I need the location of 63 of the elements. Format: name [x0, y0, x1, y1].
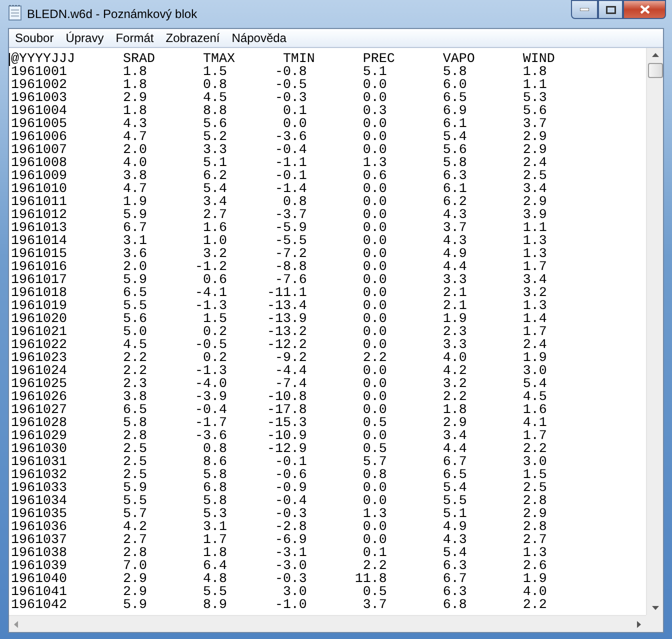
window-title: BLEDN.w6d - Poznámkový blok	[27, 6, 198, 23]
menu-item[interactable]: Nápověda	[226, 29, 292, 47]
text-line: 1961012 5.9 2.7 -3.7 0.0 4.3 3.9	[11, 209, 547, 222]
text-line: 1961014 3.1 1.0 -5.5 0.0 4.3 1.3	[11, 235, 547, 248]
text-line: 1961024 2.2 -1.3 -4.4 0.0 4.2 3.0	[11, 365, 547, 378]
text-line: 1961016 2.0 -1.2 -8.8 0.0 4.4 1.7	[11, 261, 547, 274]
text-line: 1961037 2.7 1.7 -6.9 0.0 4.3 2.7	[11, 534, 547, 547]
text-line: 1961032 2.5 5.8 -0.6 0.8 6.5 1.5	[11, 469, 547, 482]
text-line: 1961029 2.8 -3.6 -10.9 0.0 3.4 1.7	[11, 430, 547, 443]
maximize-icon	[606, 6, 616, 14]
vertical-scrollbar[interactable]	[646, 48, 663, 615]
text-line: 1961026 3.8 -3.9 -10.8 0.0 2.2 4.5	[11, 391, 547, 404]
text-line: 1961019 5.5 -1.3 -13.4 0.0 2.1 1.3	[11, 300, 547, 313]
text-line: 1961031 2.5 8.6 -0.1 5.7 6.7 3.0	[11, 456, 547, 469]
text-line: 1961034 5.5 5.8 -0.4 0.0 5.5 2.8	[11, 495, 547, 508]
text-line: 1961006 4.7 5.2 -3.6 0.0 5.4 2.9	[11, 131, 547, 144]
text-line: 1961022 4.5 -0.5 -12.2 0.0 3.3 2.4	[11, 339, 547, 352]
text-line: 1961010 4.7 5.4 -1.4 0.0 6.1 3.4	[11, 183, 547, 196]
text-line: 1961004 1.8 8.8 0.1 0.3 6.9 5.6	[11, 105, 547, 118]
scrollbar-thumb[interactable]	[648, 63, 662, 78]
text-line: 1961028 5.8 -1.7 -15.3 0.5 2.9 4.1	[11, 417, 547, 430]
notepad-icon	[8, 5, 22, 21]
close-button[interactable]	[623, 0, 666, 19]
horizontal-scrollbar[interactable]	[9, 615, 646, 632]
text-line: 1961039 7.0 6.4 -3.0 2.2 6.3 2.6	[11, 560, 547, 573]
text-line: 1961030 2.5 0.8 -12.9 0.5 4.4 2.2	[11, 443, 547, 456]
text-line: 1961035 5.7 5.3 -0.3 1.3 5.1 2.9	[11, 508, 547, 521]
close-icon	[640, 5, 650, 14]
menu-item[interactable]: Soubor	[9, 29, 60, 47]
text-line: @YYYYJJJ SRAD TMAX TMIN PREC VAPO WIND	[11, 53, 555, 66]
menu-item[interactable]: Formát	[110, 29, 160, 47]
text-line: 1961002 1.8 0.8 -0.5 0.0 6.0 1.1	[11, 79, 547, 92]
text-line: 1961018 6.5 -4.1 -11.1 0.0 2.1 3.2	[11, 287, 547, 300]
text-line: 1961015 3.6 3.2 -7.2 0.0 4.9 1.3	[11, 248, 547, 261]
text-line: 1961007 2.0 3.3 -0.4 0.0 5.6 2.9	[11, 144, 547, 157]
scroll-up-icon[interactable]	[652, 53, 658, 57]
text-line: 1961013 6.7 1.6 -5.9 0.0 3.7 1.1	[11, 222, 547, 235]
text-line: 1961005 4.3 5.6 0.0 0.0 6.1 3.7	[11, 118, 547, 131]
text-line: 1961025 2.3 -4.0 -7.4 0.0 3.2 5.4	[11, 378, 547, 391]
minimize-icon	[580, 8, 589, 11]
minimize-button[interactable]	[571, 0, 598, 19]
menu-item[interactable]: Zobrazení	[160, 29, 226, 47]
text-line: 1961041 2.9 5.5 3.0 0.5 6.3 4.0	[11, 586, 547, 599]
text-line: 1961042 5.9 8.9 -1.0 3.7 6.8 2.2	[11, 599, 547, 612]
text-line: 1961008 4.0 5.1 -1.1 1.3 5.8 2.4	[11, 157, 547, 170]
text-line: 1961038 2.8 1.8 -3.1 0.1 5.4 1.3	[11, 547, 547, 560]
text-line: 1961017 5.9 0.6 -7.6 0.0 3.3 3.4	[11, 274, 547, 287]
text-line: 1961036 4.2 3.1 -2.8 0.0 4.9 2.8	[11, 521, 547, 534]
text-line: 1961027 6.5 -0.4 -17.8 0.0 1.8 1.6	[11, 404, 547, 417]
maximize-button[interactable]	[598, 0, 623, 19]
scroll-right-icon[interactable]	[637, 620, 641, 628]
text-line: 1961020 5.6 1.5 -13.9 0.0 1.9 1.4	[11, 313, 547, 326]
text-line: 1961033 5.9 6.8 -0.9 0.0 5.4 2.5	[11, 482, 547, 495]
text-line: 1961001 1.8 1.5 -0.8 5.1 5.8 1.8	[11, 66, 547, 79]
text-line: 1961040 2.9 4.8 -0.3 11.8 6.7 1.9	[11, 573, 547, 586]
text-line: 1961011 1.9 3.4 0.8 0.0 6.2 2.9	[11, 196, 547, 209]
menu-item[interactable]: Úpravy	[60, 29, 110, 47]
text-line: 1961003 2.9 4.5 -0.3 0.0 6.5 5.3	[11, 92, 547, 105]
text-cursor	[9, 53, 10, 66]
text-line: 1961021 5.0 0.2 -13.2 0.0 2.3 1.7	[11, 326, 547, 339]
text-line: 1961023 2.2 0.2 -9.2 2.2 4.0 1.9	[11, 352, 547, 365]
text-line: 1961009 3.8 6.2 -0.1 0.6 6.3 2.5	[11, 170, 547, 183]
scroll-down-icon[interactable]	[652, 606, 658, 610]
